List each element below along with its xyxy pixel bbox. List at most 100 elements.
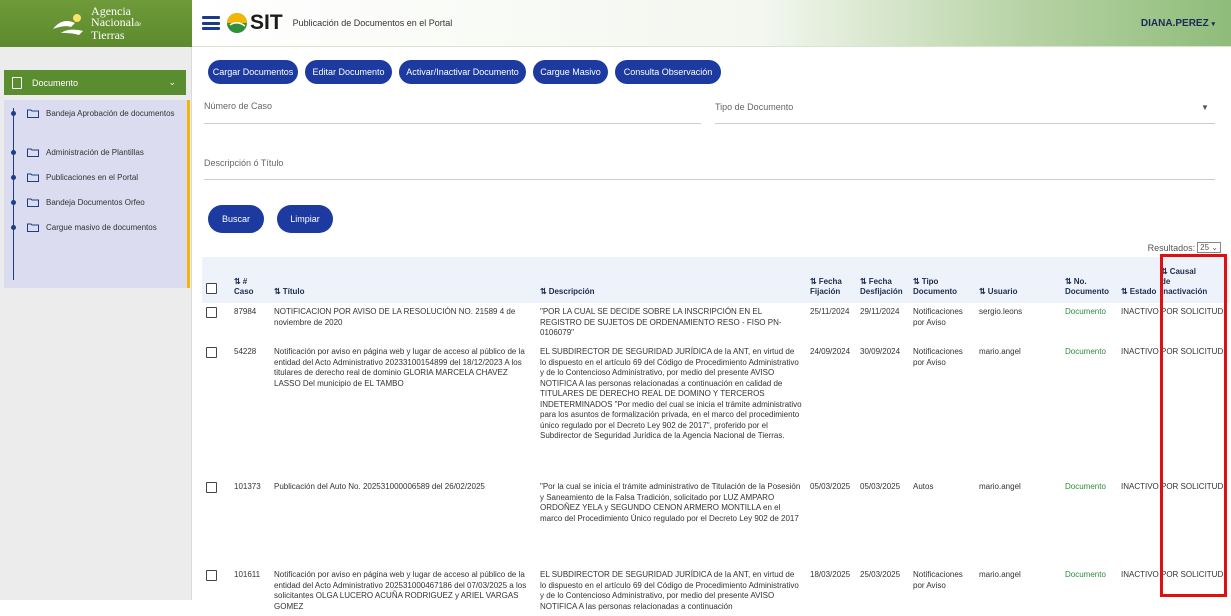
cell-causal: POR SOLICITUD	[1161, 482, 1224, 491]
documento-link[interactable]: Documento	[1065, 347, 1106, 356]
sort-icon: ⇅	[274, 287, 281, 296]
documento-link[interactable]: Documento	[1065, 307, 1106, 316]
cell-causal: POR SOLICITUD	[1161, 570, 1224, 579]
agency-logo-icon	[53, 13, 84, 35]
sort-icon: ⇅	[810, 277, 817, 286]
dropdown-arrow-icon[interactable]: ▼	[1201, 103, 1209, 112]
main-content: Cargar Documentos Editar Documento Activ…	[192, 47, 1231, 611]
col-titulo[interactable]: ⇅ Título	[270, 257, 536, 303]
sidebar-item-label: Administración de Plantillas	[46, 148, 144, 157]
col-no-documento-label: No.	[1073, 277, 1087, 286]
buscar-button[interactable]: Buscar	[208, 205, 264, 233]
row-checkbox[interactable]	[206, 347, 217, 358]
tipo-documento-underline	[715, 123, 1215, 124]
cell-estado: INACTIVO	[1121, 482, 1159, 491]
documento-link[interactable]: Documento	[1065, 482, 1106, 491]
row-checkbox[interactable]	[206, 482, 217, 493]
sidebar-item-plantillas[interactable]: Administración de Plantillas	[4, 147, 184, 161]
sidebar-item-publicaciones[interactable]: Publicaciones en el Portal	[4, 172, 184, 186]
page-title: Publicación de Documentos en el Portal	[292, 18, 453, 28]
sidebar: Documento ⌄ Bandeja Aprobación de docume…	[0, 47, 192, 600]
activar-inactivar-button[interactable]: Activar/Inactivar Documento	[399, 60, 526, 84]
cell-descripcion: "Por la cual se inicia el trámite admini…	[540, 482, 801, 523]
col-usuario[interactable]: ⇅ Usuario	[975, 257, 1061, 303]
cell-titulo: Notificación por aviso en página web y l…	[274, 347, 525, 388]
sit-logo: SIT	[226, 11, 283, 35]
editar-documento-button[interactable]: Editar Documento	[305, 60, 392, 84]
numero-caso-input[interactable]: Número de Caso	[204, 101, 272, 111]
bullet-icon	[11, 150, 16, 155]
cell-fecha-desfijacion: 30/09/2024	[860, 347, 901, 356]
col-caso[interactable]: ⇅ # Caso	[230, 257, 270, 303]
col-causal[interactable]: ⇅ Causal de Inactivación	[1157, 257, 1229, 303]
row-checkbox[interactable]	[206, 307, 217, 318]
cell-fecha-fijacion: 24/09/2024	[810, 347, 851, 356]
sidebar-item-orfeo[interactable]: Bandeja Documentos Orfeo	[4, 197, 184, 211]
sidebar-item-cargue-masivo[interactable]: Cargue masivo de documentos	[4, 222, 184, 236]
descripcion-underline	[204, 179, 1215, 180]
cell-caso: 101611	[234, 570, 261, 579]
sit-globe-icon	[227, 13, 247, 33]
limpiar-button[interactable]: Limpiar	[277, 205, 333, 233]
table-row: 101373 Publicación del Auto No. 20253100…	[202, 478, 1229, 566]
bullet-icon	[11, 175, 16, 180]
sort-icon: ⇅	[1121, 287, 1128, 296]
chevron-down-icon: ▾	[1211, 21, 1215, 28]
sort-icon: ⇅	[1065, 277, 1072, 286]
col-caso-label: #	[242, 277, 248, 286]
cargue-masivo-button[interactable]: Cargue Masivo	[533, 60, 608, 84]
hamburger-menu-icon[interactable]	[202, 16, 220, 30]
cell-causal: POR SOLICITUD	[1161, 347, 1224, 356]
table-row: 54228 Notificación por aviso en página w…	[202, 343, 1229, 478]
results-value: 25	[1200, 243, 1210, 252]
table-row: 87984 NOTIFICACION POR AVISO DE LA RESOL…	[202, 303, 1229, 343]
col-tipo-label-2: Documento	[913, 287, 957, 296]
row-checkbox[interactable]	[206, 570, 217, 581]
col-tipo[interactable]: ⇅ Tipo Documento	[909, 257, 975, 303]
cell-estado: INACTIVO	[1121, 307, 1159, 316]
col-tipo-label: Tipo	[921, 277, 939, 286]
col-titulo-label: Título	[282, 287, 305, 296]
cell-descripcion: "POR LA CUAL SE DECIDE SOBRE LA INSCRIPC…	[540, 307, 782, 337]
documento-link[interactable]: Documento	[1065, 570, 1106, 579]
cargar-documentos-button[interactable]: Cargar Documentos	[208, 60, 298, 84]
col-estado[interactable]: ⇅ Estado	[1117, 257, 1157, 303]
select-all-checkbox[interactable]	[206, 283, 217, 294]
user-menu[interactable]: DIANA.PEREZ ▾	[1141, 18, 1215, 29]
col-fecha-desfijacion-label-2: Desfijación	[860, 287, 903, 296]
col-no-documento[interactable]: ⇅ No. Documento	[1061, 257, 1117, 303]
cell-usuario: sergio.leons	[979, 307, 1023, 316]
bullet-icon	[11, 225, 16, 230]
cell-tipo: Autos	[913, 482, 934, 491]
descripcion-input[interactable]: Descripción ó Título	[204, 158, 283, 168]
cell-fecha-fijacion: 25/11/2024	[810, 307, 850, 316]
folder-icon	[27, 148, 39, 157]
cell-usuario: mario.angel	[979, 482, 1021, 491]
cell-fecha-desfijacion: 29/11/2024	[860, 307, 900, 316]
select-all-header	[202, 257, 230, 303]
results-label: Resultados:	[1147, 242, 1196, 253]
cell-estado: INACTIVO	[1121, 347, 1159, 356]
cell-fecha-desfijacion: 05/03/2025	[860, 482, 901, 491]
sort-icon: ⇅	[913, 277, 920, 286]
cell-usuario: mario.angel	[979, 570, 1021, 579]
cell-titulo: Publicación del Auto No. 202531000006589…	[274, 482, 485, 491]
app-name: SIT	[250, 11, 283, 34]
consulta-observacion-button[interactable]: Consulta Observación	[615, 60, 721, 84]
table-row: 101611 Notificación por aviso en página …	[202, 566, 1229, 616]
bullet-icon	[11, 111, 16, 116]
col-no-documento-label-2: Documento	[1065, 287, 1109, 296]
sidebar-item-bandeja-aprobacion[interactable]: Bandeja Aprobación de documentos	[4, 108, 184, 132]
results-select[interactable]: 25 ⌄	[1197, 242, 1221, 253]
col-fecha-fijacion-label: Fecha	[818, 277, 842, 286]
sidebar-item-label: Publicaciones en el Portal	[46, 173, 139, 182]
col-fecha-desfijacion[interactable]: ⇅ Fecha Desfijación	[856, 257, 909, 303]
col-descripcion[interactable]: ⇅ Descripción	[536, 257, 806, 303]
cell-usuario: mario.angel	[979, 347, 1021, 356]
col-fecha-fijacion[interactable]: ⇅ Fecha Fijación	[806, 257, 856, 303]
tipo-documento-select[interactable]: Tipo de Documento	[715, 102, 793, 112]
sidebar-item-label: Cargue masivo de documentos	[46, 223, 157, 232]
folder-icon	[27, 223, 39, 232]
documents-table: ⇅ # Caso ⇅ Título ⇅ Descripción ⇅ Fecha Fijaci…	[202, 257, 1229, 616]
sidebar-section-documento[interactable]: Documento ⌄	[4, 70, 186, 95]
